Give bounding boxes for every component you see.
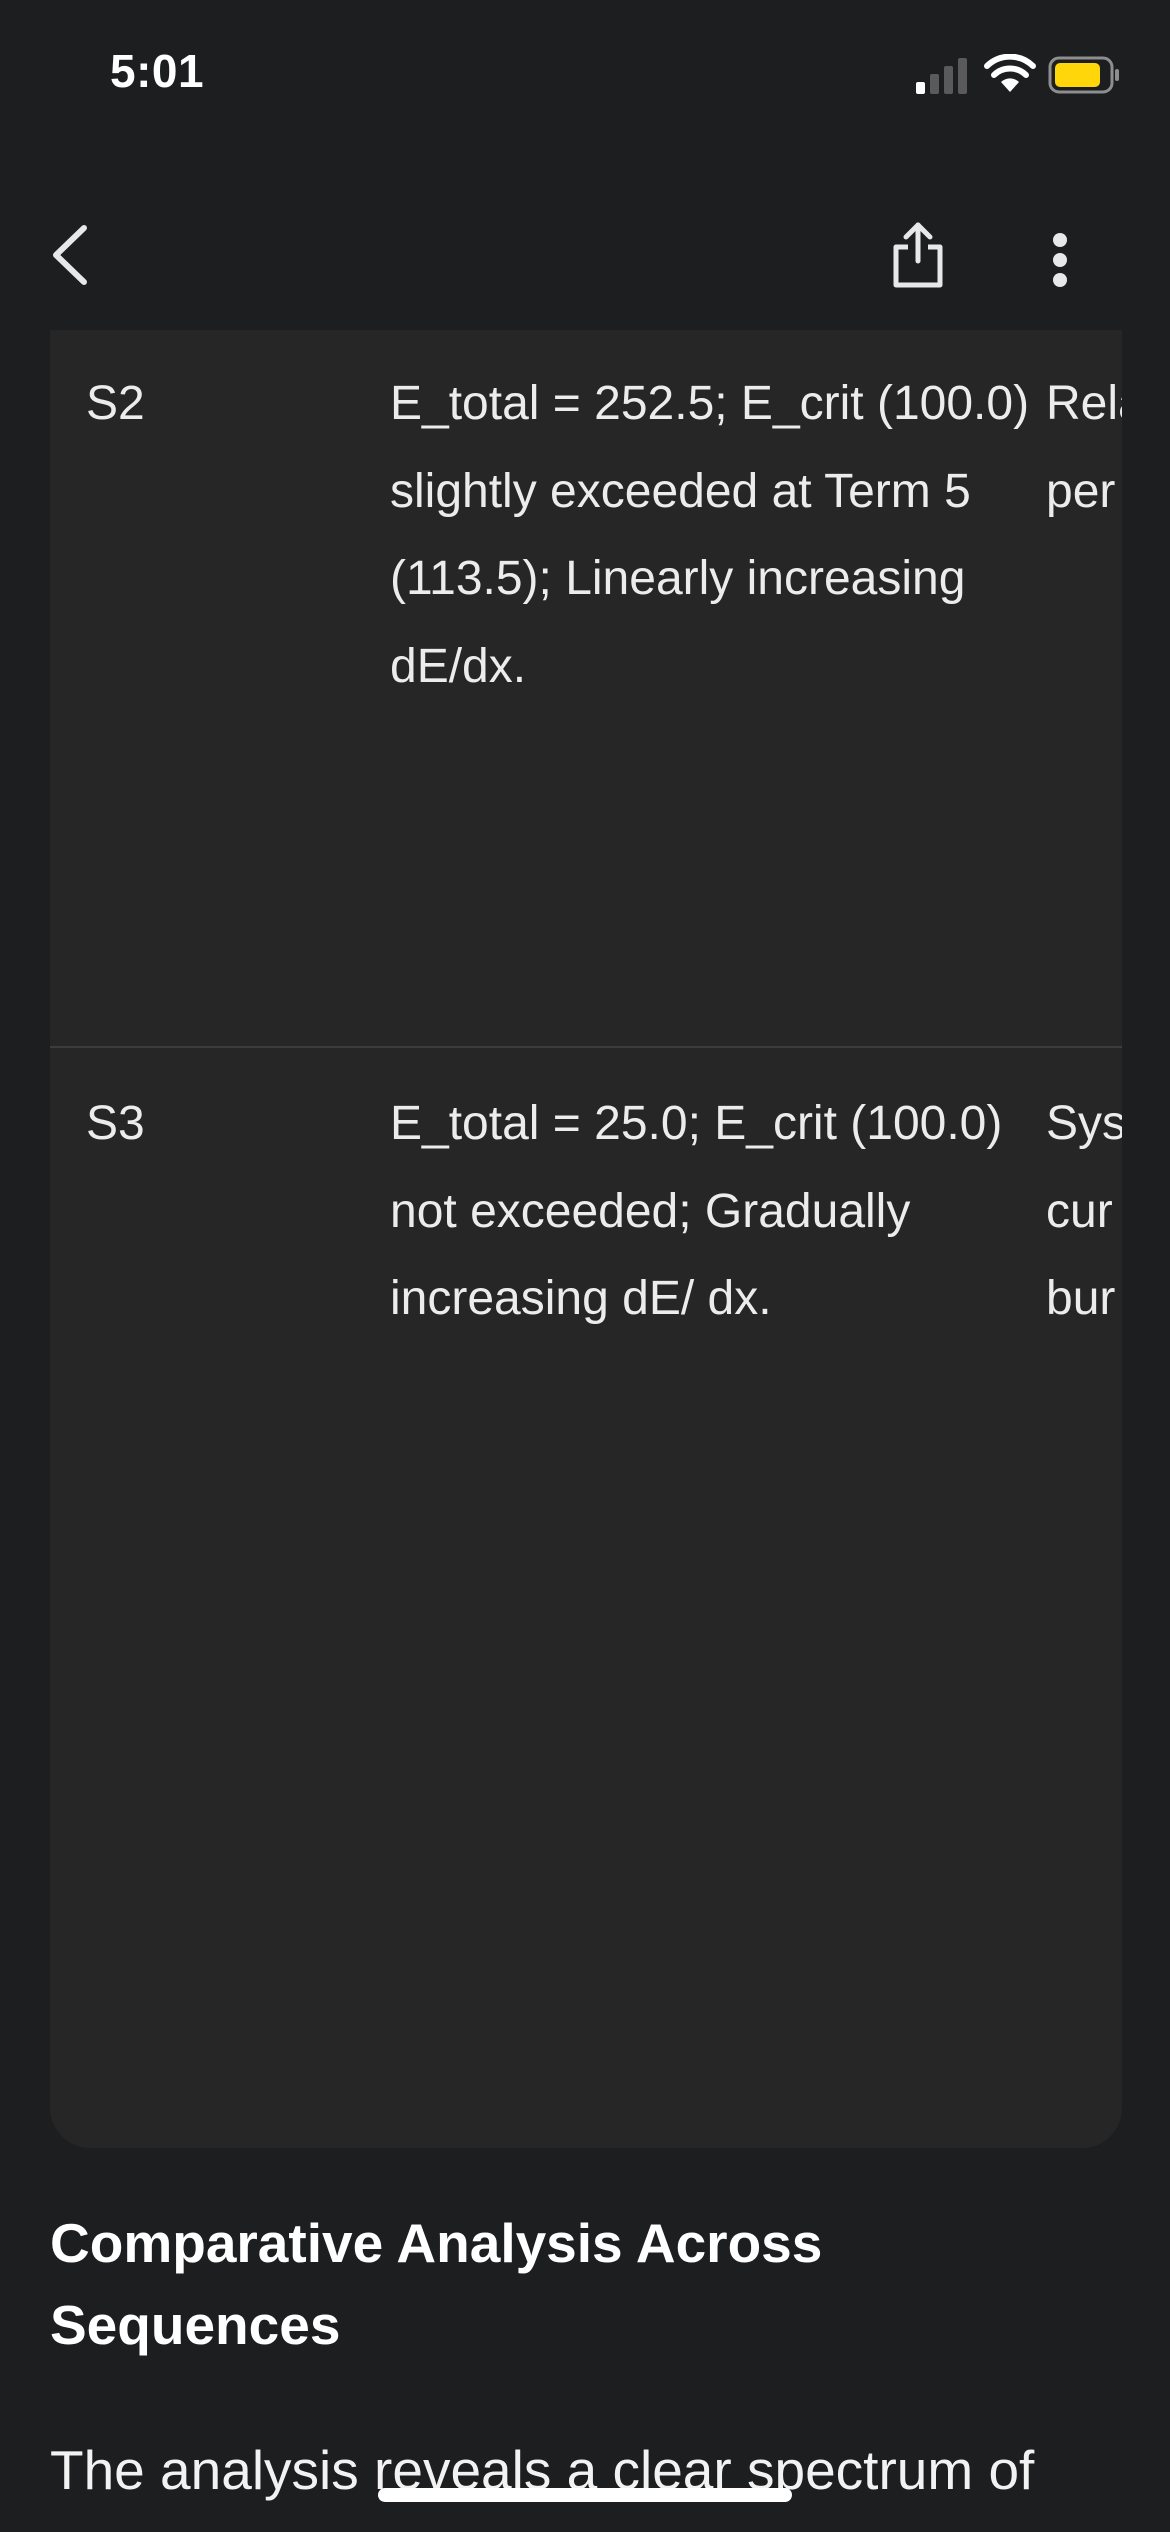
chevron-left-icon — [53, 225, 87, 285]
table-row: S2 E_total = 252.5; E_crit (100.0) sligh… — [50, 330, 1122, 1048]
results-table[interactable]: S2 E_total = 252.5; E_crit (100.0) sligh… — [50, 330, 1122, 2148]
share-button[interactable] — [872, 205, 964, 305]
more-vertical-icon — [1053, 233, 1067, 287]
interpretation-cell: Sys con pro pot in e cur ene con unio st… — [1046, 1097, 1122, 1325]
navigation-bar — [0, 190, 1170, 300]
battery-icon — [1048, 56, 1119, 94]
cellular-signal-icon — [916, 58, 967, 94]
metrics-cell: E_total = 252.5; E_crit (100.0) slightly… — [390, 377, 1030, 693]
table-row: S3 E_total = 25.0; E_crit (100.0) not ex… — [50, 1050, 1122, 2148]
sequence-id-cell: S2 — [86, 377, 145, 430]
share-icon — [893, 222, 943, 288]
metrics-cell: E_total = 25.0; E_crit (100.0) not excee… — [390, 1097, 1003, 1325]
back-button[interactable] — [30, 210, 110, 300]
wifi-icon — [984, 54, 1036, 92]
sequence-id-cell: S3 — [86, 1097, 145, 1150]
status-bar: 5:01 — [0, 0, 1170, 150]
more-options-button[interactable] — [1018, 215, 1102, 305]
status-time: 5:01 — [110, 45, 205, 97]
home-indicator[interactable] — [378, 2488, 792, 2502]
interpretation-cell: Rela resi con acc sus per of lo man — [1046, 377, 1122, 518]
section-heading: Comparative Analysis Across Sequences — [50, 2212, 823, 2356]
